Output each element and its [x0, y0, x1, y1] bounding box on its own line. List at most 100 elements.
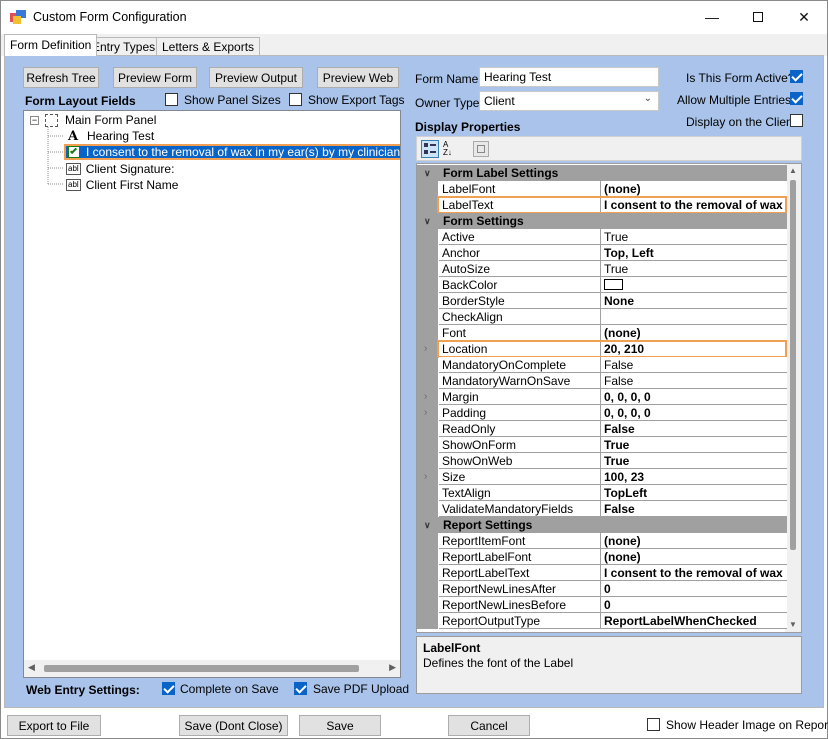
property-row[interactable]: ReportLabelFont (none) [417, 549, 787, 565]
property-value[interactable]: True [601, 261, 787, 277]
save-dont-close-button[interactable]: Save (Dont Close) [179, 715, 288, 736]
property-row[interactable]: LabelText I consent to the removal of wax [417, 196, 787, 214]
maximize-button[interactable] [735, 1, 781, 33]
scroll-right-icon[interactable]: ▶ [389, 662, 396, 673]
property-row[interactable]: ValidateMandatoryFields False [417, 501, 787, 517]
show-export-tags-checkbox[interactable] [289, 93, 302, 106]
property-row[interactable]: Anchor Top, Left [417, 245, 787, 261]
alphabetical-view-button[interactable]: A Z↓ [443, 140, 461, 158]
scroll-thumb[interactable] [44, 665, 359, 672]
owner-type-select[interactable]: Client ⌄ [479, 91, 659, 111]
property-row[interactable]: ShowOnForm True [417, 437, 787, 453]
save-pdf-upload-checkbox[interactable] [294, 682, 307, 695]
save-button[interactable]: Save [299, 715, 381, 736]
property-value[interactable]: False [601, 421, 787, 437]
expand-chevron-icon[interactable]: › [424, 405, 427, 421]
tab-letters-exports[interactable]: Letters & Exports [156, 37, 261, 56]
tree-horizontal-scrollbar[interactable]: ◀ ▶ [24, 660, 400, 677]
collapse-chevron-icon[interactable]: ∨ [424, 165, 431, 181]
property-row[interactable]: ReportNewLinesAfter 0 [417, 581, 787, 597]
tree-item-consent-checkbox[interactable]: I consent to the removal of wax in my ea… [64, 144, 400, 160]
export-to-file-button[interactable]: Export to File [7, 715, 101, 736]
scroll-thumb[interactable] [790, 180, 796, 550]
preview-output-button[interactable]: Preview Output [209, 67, 303, 88]
property-value[interactable]: True [601, 437, 787, 453]
scroll-left-icon[interactable]: ◀ [28, 662, 35, 673]
property-value[interactable]: None [601, 293, 787, 309]
property-value[interactable]: (none) [601, 181, 787, 197]
property-value[interactable]: False [601, 373, 787, 389]
property-pages-button[interactable] [473, 141, 489, 157]
tree-item-hearing-test[interactable]: A Hearing Test [68, 128, 154, 144]
property-value[interactable]: True [601, 229, 787, 245]
form-layout-tree[interactable]: − Main Form Panel A Hearing Test I conse… [23, 110, 401, 678]
property-value[interactable]: 20, 210 [601, 341, 787, 357]
property-category[interactable]: ∨ Form Settings [417, 213, 787, 229]
allow-multiple-checkbox[interactable] [790, 92, 803, 105]
property-value[interactable]: 0 [601, 581, 787, 597]
tree-item-main-panel[interactable]: − Main Form Panel [30, 112, 156, 128]
property-value[interactable]: 0, 0, 0, 0 [601, 389, 787, 405]
property-category[interactable]: ∨ Form Label Settings [417, 165, 787, 181]
preview-web-button[interactable]: Preview Web [317, 67, 399, 88]
property-value[interactable]: TopLeft [601, 485, 787, 501]
property-category[interactable]: ∨ Report Settings [417, 517, 787, 533]
property-value[interactable]: Top, Left [601, 245, 787, 261]
property-value[interactable]: (none) [601, 325, 787, 341]
property-value[interactable]: (none) [601, 533, 787, 549]
form-name-input[interactable]: Hearing Test [479, 67, 659, 87]
display-on-client-checkbox[interactable] [790, 114, 803, 127]
property-value[interactable]: 100, 23 [601, 469, 787, 485]
property-row[interactable]: AutoSize True [417, 261, 787, 277]
property-row[interactable]: › Padding 0, 0, 0, 0 [417, 405, 787, 421]
form-active-checkbox[interactable] [790, 70, 803, 83]
expand-chevron-icon[interactable]: › [424, 469, 427, 485]
property-row[interactable]: ReportItemFont (none) [417, 533, 787, 549]
property-row[interactable]: BackColor [417, 277, 787, 293]
scroll-up-icon[interactable]: ▲ [789, 166, 797, 175]
tab-form-definition[interactable]: Form Definition [4, 34, 98, 56]
property-row[interactable]: Font (none) [417, 325, 787, 341]
property-row[interactable]: MandatoryWarnOnSave False [417, 373, 787, 389]
property-value[interactable]: I consent to the removal of wax [601, 197, 787, 213]
scroll-down-icon[interactable]: ▼ [789, 620, 797, 629]
expand-chevron-icon[interactable]: › [424, 341, 427, 357]
tree-item-client-first-name[interactable]: abl Client First Name [66, 177, 178, 193]
refresh-tree-button[interactable]: Refresh Tree [23, 67, 99, 88]
property-row[interactable]: ReportLabelText I consent to the removal … [417, 565, 787, 581]
property-row[interactable]: TextAlign TopLeft [417, 485, 787, 501]
property-value[interactable]: (none) [601, 549, 787, 565]
expand-chevron-icon[interactable]: › [424, 389, 427, 405]
collapse-chevron-icon[interactable]: ∨ [424, 213, 431, 229]
property-row[interactable]: Active True [417, 229, 787, 245]
property-row[interactable]: CheckAlign [417, 309, 787, 325]
categorized-view-button[interactable] [421, 140, 439, 158]
property-value[interactable]: ReportLabelWhenChecked [601, 613, 787, 629]
property-row[interactable]: ShowOnWeb True [417, 453, 787, 469]
property-value[interactable]: 0 [601, 597, 787, 613]
collapse-icon[interactable]: − [30, 115, 39, 125]
property-grid-scrollbar[interactable]: ▲ ▼ [785, 164, 801, 632]
property-row[interactable]: MandatoryOnComplete False [417, 357, 787, 373]
preview-form-button[interactable]: Preview Form [113, 67, 197, 88]
property-row[interactable]: ReportOutputType ReportLabelWhenChecked [417, 613, 787, 629]
property-value[interactable] [601, 309, 787, 325]
property-value[interactable]: False [601, 501, 787, 517]
show-header-image-checkbox[interactable] [647, 718, 660, 731]
close-button[interactable]: ✕ [781, 1, 827, 33]
property-value[interactable]: 0, 0, 0, 0 [601, 405, 787, 421]
property-row[interactable]: › Margin 0, 0, 0, 0 [417, 389, 787, 405]
cancel-button[interactable]: Cancel [448, 715, 530, 736]
property-row[interactable]: ReportNewLinesBefore 0 [417, 597, 787, 613]
property-row[interactable]: › Size 100, 23 [417, 469, 787, 485]
tree-item-client-signature[interactable]: abl Client Signature: [66, 161, 174, 177]
property-value[interactable]: True [601, 453, 787, 469]
property-value[interactable]: False [601, 357, 787, 373]
collapse-chevron-icon[interactable]: ∨ [424, 517, 431, 533]
property-value[interactable]: I consent to the removal of wax [601, 565, 787, 581]
property-row[interactable]: BorderStyle None [417, 293, 787, 309]
minimize-button[interactable]: — [689, 1, 735, 33]
property-row[interactable]: ReadOnly False [417, 421, 787, 437]
property-value[interactable] [601, 277, 787, 293]
chevron-down-icon[interactable]: ⌄ [644, 93, 652, 104]
